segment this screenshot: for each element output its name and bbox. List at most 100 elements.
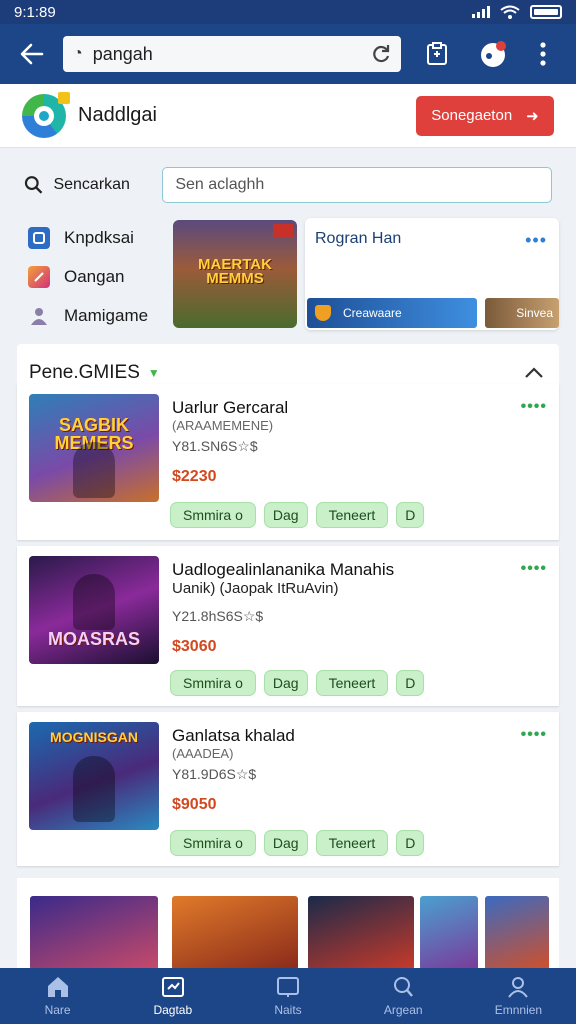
- more-horizontal-icon[interactable]: •••: [525, 230, 547, 251]
- nav-label: Emnnien: [494, 1003, 543, 1017]
- nav-emnnien[interactable]: Emnnien: [461, 968, 576, 1024]
- square-icon: [28, 226, 50, 249]
- chip-play[interactable]: D: [396, 830, 425, 856]
- person-icon: [28, 305, 50, 327]
- game-thumbnail[interactable]: [420, 896, 478, 970]
- back-button[interactable]: [12, 34, 51, 74]
- game-actions: Smmira o Dag Teneert D: [170, 830, 425, 856]
- games-section-title: Pene.GMIES: [29, 362, 140, 383]
- game-row: MOGNISGAN Ganlatsa khalad (AAADEA) Y81.9…: [17, 712, 559, 872]
- games-section-header[interactable]: Pene.GMIES ▼: [29, 362, 160, 384]
- promo-thumb-label: Sinvea: [516, 306, 553, 320]
- category-label: Mamigame: [64, 305, 149, 325]
- chip-smmira[interactable]: Smmira o: [170, 670, 256, 696]
- promo-banner[interactable]: Creawaare: [307, 298, 477, 328]
- url-text: pangah: [92, 43, 153, 64]
- shield-icon: [315, 305, 331, 321]
- game-price: $3060: [172, 638, 217, 655]
- nav-label: Nare: [44, 1003, 71, 1017]
- address-bar[interactable]: ◔ pangah: [63, 36, 402, 72]
- game-thumbnail[interactable]: SAGBIK MEMERS: [29, 394, 159, 502]
- tabs-button[interactable]: [415, 32, 458, 76]
- game-price: $9050: [172, 796, 217, 813]
- nav-home[interactable]: Nare: [0, 968, 115, 1024]
- profile-button[interactable]: [472, 32, 515, 76]
- category-label: Oangan: [64, 266, 125, 286]
- search-label: Sencarkan: [53, 176, 130, 193]
- category-item-knpdksai[interactable]: Knpdksai: [28, 218, 168, 257]
- nav-argean[interactable]: Argean: [346, 968, 461, 1024]
- character-art: [73, 574, 115, 630]
- nav-naits[interactable]: Naits: [230, 968, 345, 1024]
- chip-smmira[interactable]: Smmira o: [170, 830, 256, 856]
- game-actions: Smmira o Dag Teneert D: [170, 670, 425, 696]
- game-art-title: MOGNISGAN: [50, 729, 138, 745]
- nav-dagtab[interactable]: Dagtab: [115, 968, 230, 1024]
- cta-label: Sonegaeton: [431, 107, 513, 124]
- featured-card[interactable]: Rogran Han ••• Creawaare Sinvea: [305, 218, 559, 330]
- arrow-right-icon: ➜: [526, 107, 539, 125]
- game-art-title: MOASRAS: [47, 629, 140, 649]
- chip-dag[interactable]: Dag: [263, 830, 308, 856]
- more-games-panel: [17, 878, 559, 970]
- chip-play[interactable]: D: [396, 502, 425, 528]
- game-thumbnail[interactable]: [308, 896, 414, 970]
- search-icon: [394, 977, 414, 997]
- tab-icon: [161, 977, 184, 997]
- more-horizontal-icon[interactable]: ••••: [521, 560, 547, 578]
- more-horizontal-icon[interactable]: ••••: [521, 726, 547, 744]
- reload-icon[interactable]: [371, 44, 391, 64]
- chip-dag[interactable]: Dag: [263, 502, 308, 528]
- chip-teneert[interactable]: Teneert: [315, 670, 389, 696]
- game-card[interactable]: MOASRAS Uadlogealinlananika Manahis Uani…: [17, 546, 559, 706]
- cta-button[interactable]: Sonegaeton ➜: [416, 95, 554, 136]
- game-title: Uadlogealinlananika Manahis: [172, 560, 395, 579]
- profile-icon: [508, 977, 529, 998]
- new-badge: [273, 224, 293, 238]
- chip-teneert[interactable]: Teneert: [315, 830, 389, 856]
- site-name: Naddlgai: [78, 104, 157, 126]
- category-item-mamigame[interactable]: Mamigame: [28, 296, 168, 335]
- game-row: MOASRAS Uadlogealinlananika Manahis Uani…: [17, 546, 559, 706]
- game-card[interactable]: MOGNISGAN Ganlatsa khalad (AAADEA) Y81.9…: [17, 712, 559, 866]
- wifi-icon: [500, 5, 520, 19]
- overflow-menu-button[interactable]: [521, 32, 564, 76]
- lock-icon: ◔: [73, 45, 83, 62]
- nav-label: Naits: [274, 1003, 302, 1017]
- game-subtitle: (ARAAMEMENE): [172, 418, 274, 433]
- notification-icon: [277, 977, 299, 997]
- game-thumbnail[interactable]: MOGNISGAN: [29, 722, 159, 830]
- chevron-down-icon: ▼: [147, 366, 160, 380]
- game-thumbnail[interactable]: [30, 896, 158, 970]
- game-thumbnail[interactable]: [172, 896, 298, 970]
- game-meta: Y21.8hS6S☆$: [172, 608, 264, 624]
- game-thumbnail[interactable]: [485, 896, 549, 970]
- chevron-up-icon[interactable]: [523, 362, 545, 384]
- bottom-navigation: Nare Dagtab Naits Argean Emnnien: [0, 968, 576, 1024]
- game-card[interactable]: SAGBIK MEMERS Uarlur Gercaral (ARAAMEMEN…: [17, 384, 559, 540]
- site-logo[interactable]: [22, 91, 70, 138]
- category-item-oangan[interactable]: Oangan: [28, 257, 168, 296]
- game-meta: Y81.9D6S☆$: [172, 766, 257, 782]
- chip-teneert[interactable]: Teneert: [315, 502, 389, 528]
- arrow-left-icon: [20, 43, 43, 65]
- more-horizontal-icon[interactable]: ••••: [521, 398, 547, 416]
- chip-play[interactable]: D: [396, 670, 425, 696]
- game-subtitle: (AAADEA): [172, 746, 234, 761]
- character-art: [73, 442, 115, 498]
- nav-label: Dagtab: [153, 1003, 193, 1017]
- search-icon: [24, 176, 43, 194]
- game-thumbnail[interactable]: MOASRAS: [29, 556, 159, 664]
- battery-icon: [530, 5, 562, 19]
- gamepad-icon: [28, 265, 50, 288]
- category-list: Knpdksai Oangan Mamigame: [28, 218, 168, 335]
- promo-thumbnail[interactable]: Sinvea: [485, 298, 559, 328]
- search-input[interactable]: [162, 167, 553, 203]
- game-meta: Y81.SN6S☆$: [172, 438, 258, 454]
- category-label: Knpdksai: [64, 227, 134, 247]
- chip-smmira[interactable]: Smmira o: [170, 502, 256, 528]
- status-time: 9:1:89: [14, 3, 56, 21]
- featured-game-art[interactable]: MAERTAK MEMMS: [173, 220, 297, 328]
- chip-dag[interactable]: Dag: [263, 670, 308, 696]
- game-row: SAGBIK MEMERS Uarlur Gercaral (ARAAMEMEN…: [17, 384, 559, 544]
